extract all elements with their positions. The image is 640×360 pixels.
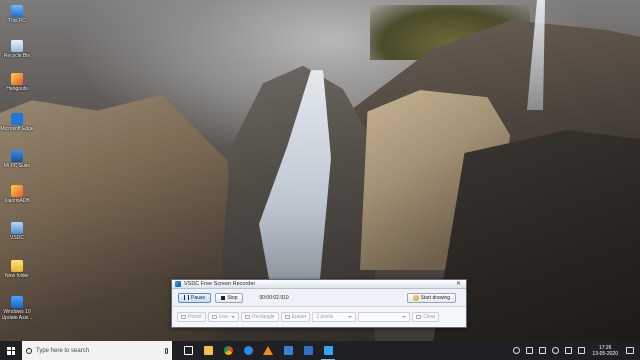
keyboard-icon[interactable] <box>578 347 586 354</box>
clear-label: Clear <box>423 314 436 320</box>
windows-update-icon <box>11 296 23 308</box>
eraser-label: Eraser <box>291 314 307 320</box>
recorder-controls: Pause Stop 00:00:02.910 Start drawing <box>172 289 466 307</box>
desktop-icon-xiaomi-adb[interactable]: XiaomiADB <box>0 185 34 204</box>
rectangle-icon <box>245 315 251 319</box>
app-icon <box>11 73 23 85</box>
edge-icon <box>243 346 253 355</box>
file-explorer-icon <box>203 346 213 355</box>
rectangle-label: Rectangle <box>252 314 275 320</box>
recycle-bin-icon <box>11 40 23 52</box>
drawing-icon <box>412 294 419 301</box>
start-button[interactable] <box>0 341 22 360</box>
clock[interactable]: 17:26 13-05-2020 <box>592 345 618 357</box>
stop-icon <box>221 295 226 300</box>
folder-icon <box>11 260 23 272</box>
mail-button[interactable] <box>298 341 318 360</box>
pause-label: Pause <box>191 294 206 301</box>
vsdc-recorder-window: VSDC Free Screen Recorder ✕ Pause Stop 0… <box>171 279 467 328</box>
desktop-icon-label: VSDC <box>10 235 24 241</box>
task-view-icon <box>183 346 193 355</box>
start-drawing-button[interactable]: Start drawing <box>406 292 456 303</box>
file-explorer-button[interactable] <box>198 341 218 360</box>
clock-date: 13-05-2020 <box>592 350 618 357</box>
chrome-icon <box>223 346 233 355</box>
vlc-icon <box>263 346 273 355</box>
volume-icon[interactable] <box>565 347 573 354</box>
recorder-title: VSDC Free Screen Recorder <box>184 281 256 287</box>
chevron-down-icon <box>402 316 407 318</box>
desktop-icon-label: Recycle Bin <box>3 53 31 59</box>
vsdc-icon <box>11 222 23 234</box>
pause-button[interactable]: Pause <box>178 292 212 303</box>
desktop-icon-label: Mi PC Suite <box>3 163 31 169</box>
eraser-tool[interactable]: Eraser <box>280 312 311 322</box>
desktop-icon-this-pc[interactable]: This PC <box>0 5 34 24</box>
eraser-icon <box>284 315 290 319</box>
desktop-icon-recycle-bin[interactable]: Recycle Bin <box>0 40 34 59</box>
desktop-icon-label: Microsoft Edge <box>0 126 34 132</box>
taskbar-search[interactable]: Type here to search <box>22 341 172 360</box>
stop-button[interactable]: Stop <box>215 292 244 303</box>
pencil-tool[interactable]: Pencil <box>177 312 206 322</box>
pause-icon <box>184 295 189 300</box>
desktop-icon-hangouts[interactable]: Hangouts <box>0 73 34 92</box>
drawing-toolbar: Pencil Line Rectangle Eraser 2 pixels Cl… <box>172 307 466 327</box>
store-button[interactable] <box>278 341 298 360</box>
rectangle-tool[interactable]: Rectangle <box>241 312 279 322</box>
desktop-icon-label: New folder <box>5 273 29 279</box>
pen-size-select[interactable]: 2 pixels <box>312 312 357 322</box>
chevron-down-icon[interactable] <box>231 316 236 318</box>
stop-label: Stop <box>227 294 238 301</box>
line-label: Line <box>218 314 229 320</box>
clear-tool[interactable]: Clear <box>412 312 440 322</box>
network-icon[interactable] <box>552 347 560 354</box>
pencil-icon <box>181 315 186 319</box>
desktop-icon-label: Windows 10 Update Assi... <box>1 309 33 321</box>
desktop-icon-label: Hangouts <box>6 86 28 92</box>
pencil-label: Pencil <box>188 314 202 320</box>
line-tool[interactable]: Line <box>207 312 240 322</box>
desktop-icon-pc-suite[interactable]: Mi PC Suite <box>0 150 34 169</box>
people-icon[interactable] <box>513 347 521 354</box>
chrome-button[interactable] <box>218 341 238 360</box>
desktop-icon-windows-update[interactable]: Windows 10 Update Assi... <box>0 296 34 321</box>
search-placeholder: Type here to search <box>36 347 90 354</box>
mail-icon <box>303 346 313 355</box>
desktop-icon-label: This PC <box>8 18 26 24</box>
recording-timer: 00:00:02.910 <box>259 294 289 301</box>
task-view-button[interactable] <box>178 341 198 360</box>
battery-icon[interactable] <box>539 347 547 354</box>
desktop-icon-edge[interactable]: Microsoft Edge <box>0 113 34 132</box>
vsdc-icon <box>323 346 333 355</box>
desktop-icon-vsdc[interactable]: VSDC <box>0 222 34 241</box>
desktop-icon-new-folder[interactable]: New folder <box>0 260 34 279</box>
close-icon[interactable]: ✕ <box>454 281 463 288</box>
vsdc-app-icon <box>175 281 181 287</box>
chevron-down-icon <box>348 316 353 318</box>
vlc-button[interactable] <box>258 341 278 360</box>
line-icon <box>211 315 217 319</box>
store-icon <box>283 346 293 355</box>
desktop-icon-label: XiaomiADB <box>4 198 30 204</box>
vsdc-taskbar-button[interactable] <box>318 341 338 360</box>
pen-color-select[interactable] <box>358 312 411 322</box>
edge-button[interactable] <box>238 341 258 360</box>
taskbar-apps <box>178 341 338 360</box>
search-icon <box>26 347 32 354</box>
edge-icon <box>11 113 23 125</box>
microphone-icon[interactable] <box>165 347 168 354</box>
taskbar: Type here to search 17:26 13-05-2020 <box>0 341 640 360</box>
pc-suite-icon <box>11 150 23 162</box>
system-tray: 17:26 13-05-2020 <box>510 341 640 360</box>
start-drawing-label: Start drawing <box>420 294 450 301</box>
recorder-titlebar[interactable]: VSDC Free Screen Recorder ✕ <box>172 280 466 289</box>
clear-icon <box>416 315 422 319</box>
pen-size-value: 2 pixels <box>316 314 334 320</box>
xiaomi-adb-icon <box>11 185 23 197</box>
this-pc-icon <box>11 5 23 17</box>
windows-logo-icon <box>7 346 15 355</box>
notifications-icon[interactable] <box>626 347 634 354</box>
chevron-up-icon[interactable] <box>526 347 534 354</box>
